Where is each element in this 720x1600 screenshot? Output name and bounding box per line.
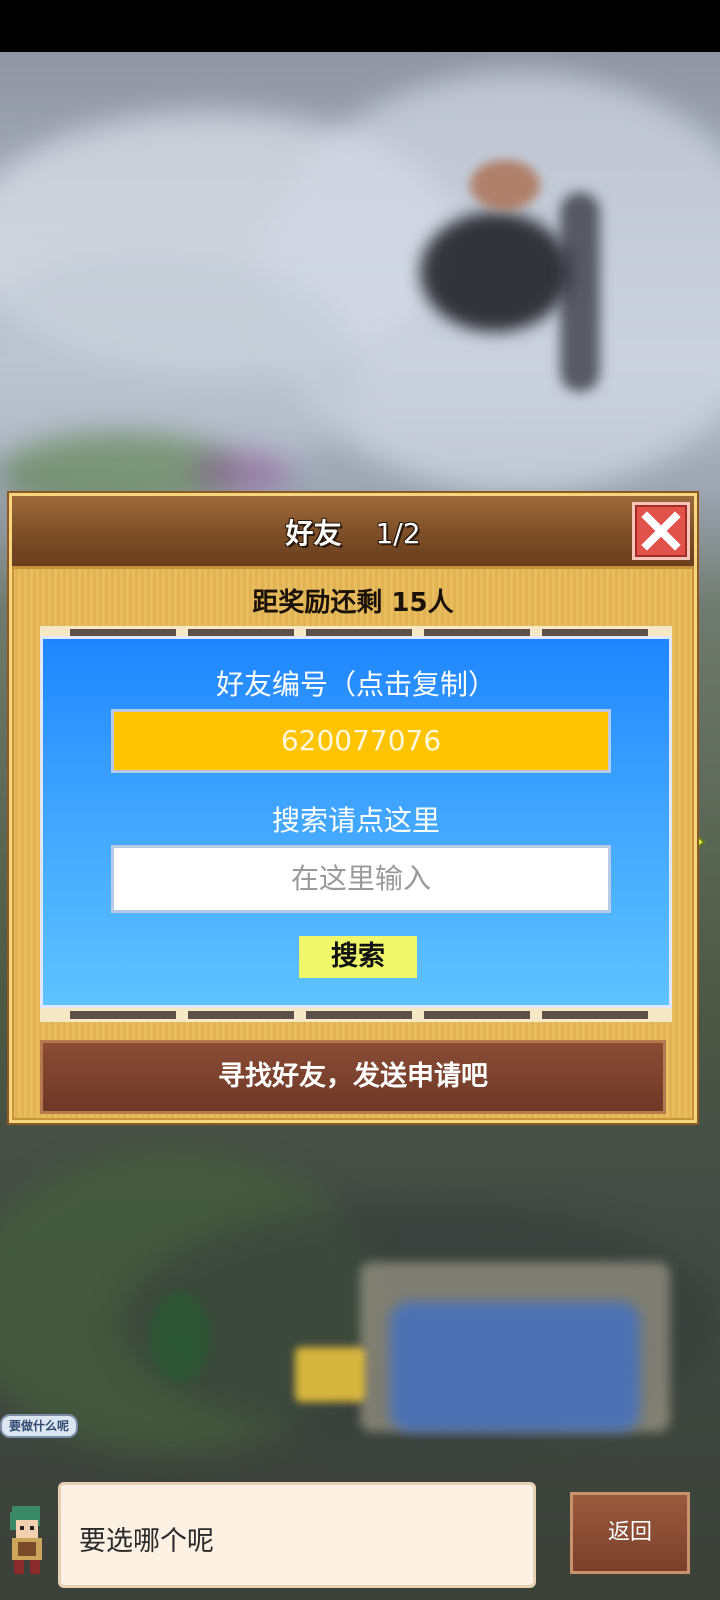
- strip-segment: [70, 1011, 176, 1019]
- search-button[interactable]: 搜索: [299, 936, 417, 978]
- friend-search-panel: 好友编号（点击复制） 620077076 搜索请点这里 在这里输入 搜索: [40, 636, 672, 1008]
- sign: [295, 1347, 365, 1402]
- strip-segment: [424, 1011, 530, 1019]
- message-text: 要选哪个呢: [79, 1526, 214, 1557]
- pool: [390, 1302, 640, 1432]
- find-friends-banner: 寻找好友，发送申请吧: [40, 1040, 666, 1114]
- search-label: 搜索请点这里: [271, 804, 440, 837]
- shadow-creature: [420, 212, 570, 332]
- strip-segment: [542, 1011, 648, 1019]
- trees: [150, 1292, 210, 1382]
- strip-segment: [188, 1011, 294, 1019]
- reward-progress-text: 距奖励还剩 15人: [252, 588, 454, 618]
- hint-bubble: 要做什么呢: [0, 1414, 78, 1438]
- dialog-title-text: 好友: [285, 517, 342, 550]
- friend-id-copy-button[interactable]: 620077076: [111, 709, 611, 773]
- back-button[interactable]: 返回: [570, 1492, 690, 1574]
- advisor-avatar: [2, 1502, 52, 1580]
- panel-strip-bottom: [40, 1008, 672, 1022]
- message-box: 要选哪个呢: [58, 1482, 536, 1588]
- friends-dialog: 好友 1/2 距奖励还剩 15人 好友编号（点击复制） 620077076 搜索请…: [9, 493, 697, 1123]
- shadow-creature-hat: [470, 160, 540, 210]
- close-icon: [641, 511, 681, 551]
- friend-id-label: 好友编号（点击复制）: [215, 668, 496, 701]
- terrain: [190, 452, 290, 492]
- dialog-title: 好友 1/2: [12, 512, 694, 552]
- page-indicator: 1/2: [375, 517, 421, 550]
- dialog-header: 好友 1/2: [12, 496, 694, 569]
- strip-segment: [306, 1011, 412, 1019]
- close-button[interactable]: [632, 502, 690, 560]
- status-bar: [0, 0, 720, 52]
- search-input[interactable]: 在这里输入: [111, 845, 611, 913]
- shadow-creature-tail: [560, 192, 600, 392]
